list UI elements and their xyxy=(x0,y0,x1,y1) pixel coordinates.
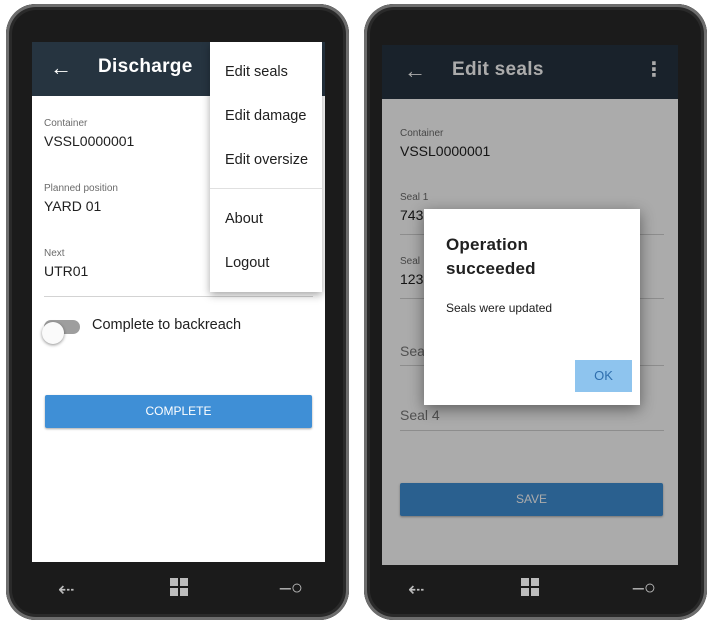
menu-divider xyxy=(210,188,322,189)
backreach-toggle[interactable] xyxy=(42,320,80,344)
right-phone: ← Edit seals ⋮ Container VSSL0000001 Sea… xyxy=(364,4,707,620)
windows-nav-bar: ⇠ –○ xyxy=(32,564,325,614)
menu-item-edit-damage[interactable]: Edit damage xyxy=(225,108,306,124)
menu-item-edit-seals[interactable]: Edit seals xyxy=(225,64,288,80)
ok-button[interactable]: OK xyxy=(575,360,632,392)
page-title: Discharge xyxy=(98,56,193,77)
windows-logo-icon[interactable] xyxy=(169,578,188,596)
dialog-message: Seals were updated xyxy=(446,301,553,315)
windows-back-icon[interactable]: ⇠ xyxy=(408,577,425,602)
windows-search-icon[interactable]: –○ xyxy=(280,577,303,600)
windows-back-icon[interactable]: ⇠ xyxy=(58,577,75,602)
windows-search-icon[interactable]: –○ xyxy=(633,577,656,600)
windows-logo-icon[interactable] xyxy=(521,578,539,596)
menu-item-about[interactable]: About xyxy=(225,211,263,227)
edit-seals-screen: ← Edit seals ⋮ Container VSSL0000001 Sea… xyxy=(382,45,678,565)
next-field-underline xyxy=(44,296,313,297)
complete-button[interactable]: COMPLETE xyxy=(45,395,312,428)
menu-item-logout[interactable]: Logout xyxy=(225,255,269,271)
back-arrow-icon[interactable]: ← xyxy=(50,55,72,81)
left-phone: ← Discharge Container VSSL0000001 Planne… xyxy=(6,4,349,620)
dialog-title: Operation succeeded xyxy=(446,235,536,278)
windows-nav-bar: ⇠ –○ xyxy=(382,564,678,614)
backreach-toggle-label: Complete to backreach xyxy=(92,317,242,333)
backreach-toggle-row[interactable]: Complete to backreach xyxy=(42,314,284,344)
toggle-thumb[interactable] xyxy=(42,322,64,344)
overflow-menu: Edit seals Edit damage Edit oversize Abo… xyxy=(210,42,322,292)
success-dialog: Operation succeeded Seals were updated O… xyxy=(424,209,640,405)
menu-item-edit-oversize[interactable]: Edit oversize xyxy=(225,152,308,168)
discharge-screen: ← Discharge Container VSSL0000001 Planne… xyxy=(32,42,325,562)
